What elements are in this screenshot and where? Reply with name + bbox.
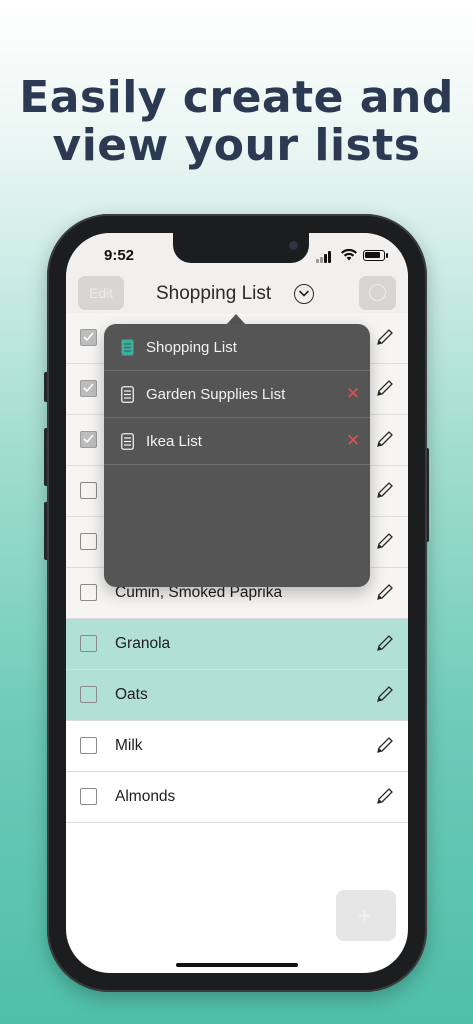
phone-screen: 9:52 Edit Shopping List Cumin, Smoked Pa…: [66, 233, 408, 973]
pencil-icon[interactable]: [376, 736, 394, 754]
list-item[interactable]: Almonds: [66, 772, 408, 823]
pencil-icon[interactable]: [376, 481, 394, 499]
item-checkbox[interactable]: [80, 380, 97, 397]
headline: Easily create and view your lists: [0, 74, 473, 170]
plus-icon: +: [358, 903, 371, 928]
item-label: Oats: [115, 686, 148, 703]
circle-icon: [369, 284, 386, 301]
battery-tip: [386, 253, 388, 258]
item-label: Almonds: [115, 788, 176, 805]
popover-list-name: Shopping List: [146, 339, 237, 356]
pencil-icon[interactable]: [376, 532, 394, 550]
add-item-button[interactable]: +: [336, 890, 396, 941]
list-item[interactable]: Granola: [66, 619, 408, 670]
popover-list-item[interactable]: Shopping List: [104, 324, 370, 371]
wifi-icon: [341, 248, 357, 264]
popover-list-item[interactable]: Garden Supplies List ✕: [104, 371, 370, 418]
list-title[interactable]: Shopping List: [156, 283, 271, 305]
item-checkbox[interactable]: [80, 584, 97, 601]
document-icon: [121, 433, 134, 450]
popover-list-name: Ikea List: [146, 433, 202, 450]
list-item[interactable]: Milk: [66, 721, 408, 772]
item-label: Granola: [115, 635, 171, 652]
home-indicator[interactable]: [176, 963, 298, 967]
headline-line-2: view your lists: [52, 120, 421, 171]
delete-list-icon[interactable]: ✕: [346, 384, 360, 404]
navigation-bar: Edit Shopping List: [66, 276, 408, 313]
chevron-down-circle-icon[interactable]: [294, 284, 314, 304]
edit-button[interactable]: Edit: [78, 276, 124, 310]
popover-list-name: Garden Supplies List: [146, 386, 286, 403]
pencil-icon[interactable]: [376, 787, 394, 805]
item-checkbox[interactable]: [80, 482, 97, 499]
document-icon: [121, 339, 134, 356]
camera-icon: [289, 241, 298, 250]
list-item[interactable]: Oats: [66, 670, 408, 721]
battery-icon: [363, 250, 385, 261]
options-button[interactable]: [359, 276, 396, 310]
item-checkbox[interactable]: [80, 635, 97, 652]
pencil-icon[interactable]: [376, 328, 394, 346]
item-checkbox[interactable]: [80, 533, 97, 550]
pencil-icon[interactable]: [376, 634, 394, 652]
item-checkbox[interactable]: [80, 329, 97, 346]
item-label: Milk: [115, 737, 143, 754]
popover-list-item[interactable]: Ikea List ✕: [104, 418, 370, 465]
item-checkbox[interactable]: [80, 431, 97, 448]
item-checkbox[interactable]: [80, 788, 97, 805]
pencil-icon[interactable]: [376, 379, 394, 397]
item-checkbox[interactable]: [80, 737, 97, 754]
status-time: 9:52: [104, 247, 135, 264]
pencil-icon[interactable]: [376, 583, 394, 601]
delete-list-icon[interactable]: ✕: [346, 431, 360, 451]
item-checkbox[interactable]: [80, 686, 97, 703]
signal-icon: [316, 251, 334, 263]
pencil-icon[interactable]: [376, 430, 394, 448]
status-bar: 9:52: [66, 233, 408, 277]
pencil-icon[interactable]: [376, 685, 394, 703]
notch: [173, 233, 309, 263]
headline-line-1: Easily create and: [19, 72, 454, 123]
document-icon: [121, 386, 134, 403]
list-picker-popover: Shopping List Garden Supplies List ✕ Ike…: [104, 324, 370, 587]
